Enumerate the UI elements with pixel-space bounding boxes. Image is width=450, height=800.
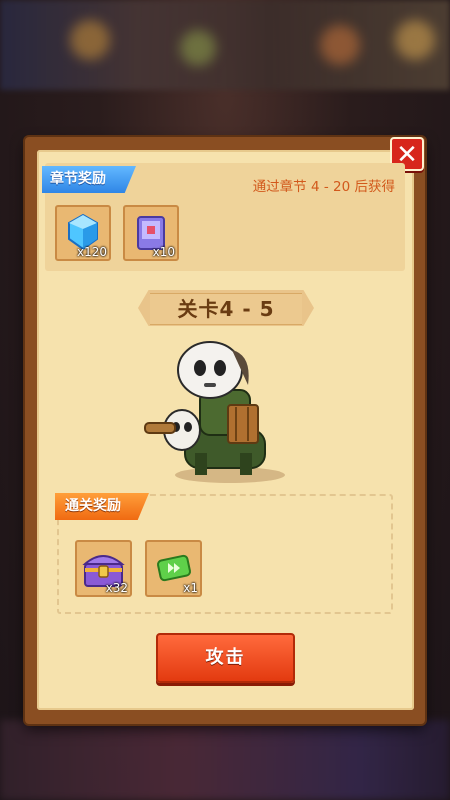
item-count: x10 xyxy=(152,245,175,259)
clear-reward-tag: 通关奖励 xyxy=(55,493,149,520)
stage-title: 关卡4 - 5 xyxy=(150,293,302,325)
background-bottom-strip xyxy=(0,720,450,800)
background-blob xyxy=(70,20,110,60)
background-blob xyxy=(180,30,216,66)
clear-reward-item[interactable]: x1 xyxy=(145,540,202,597)
item-count: x1 xyxy=(183,581,198,595)
item-count: x32 xyxy=(105,581,128,595)
chapter-reward-condition: 通过章节 4 - 20 后获得 xyxy=(252,179,395,195)
background-blob xyxy=(395,20,435,60)
background-top-strip xyxy=(0,0,450,90)
background-blob xyxy=(320,25,360,65)
attack-button[interactable]: 攻击 xyxy=(156,633,295,683)
chapter-reward-item[interactable]: x120 xyxy=(55,205,111,261)
chapter-reward-tag: 章节奖励 xyxy=(42,166,136,193)
item-count: x120 xyxy=(76,245,107,259)
chapter-reward-item[interactable]: x10 xyxy=(123,205,179,261)
clear-reward-item[interactable]: x32 xyxy=(75,540,132,597)
enemy-character-illustration xyxy=(144,341,285,483)
